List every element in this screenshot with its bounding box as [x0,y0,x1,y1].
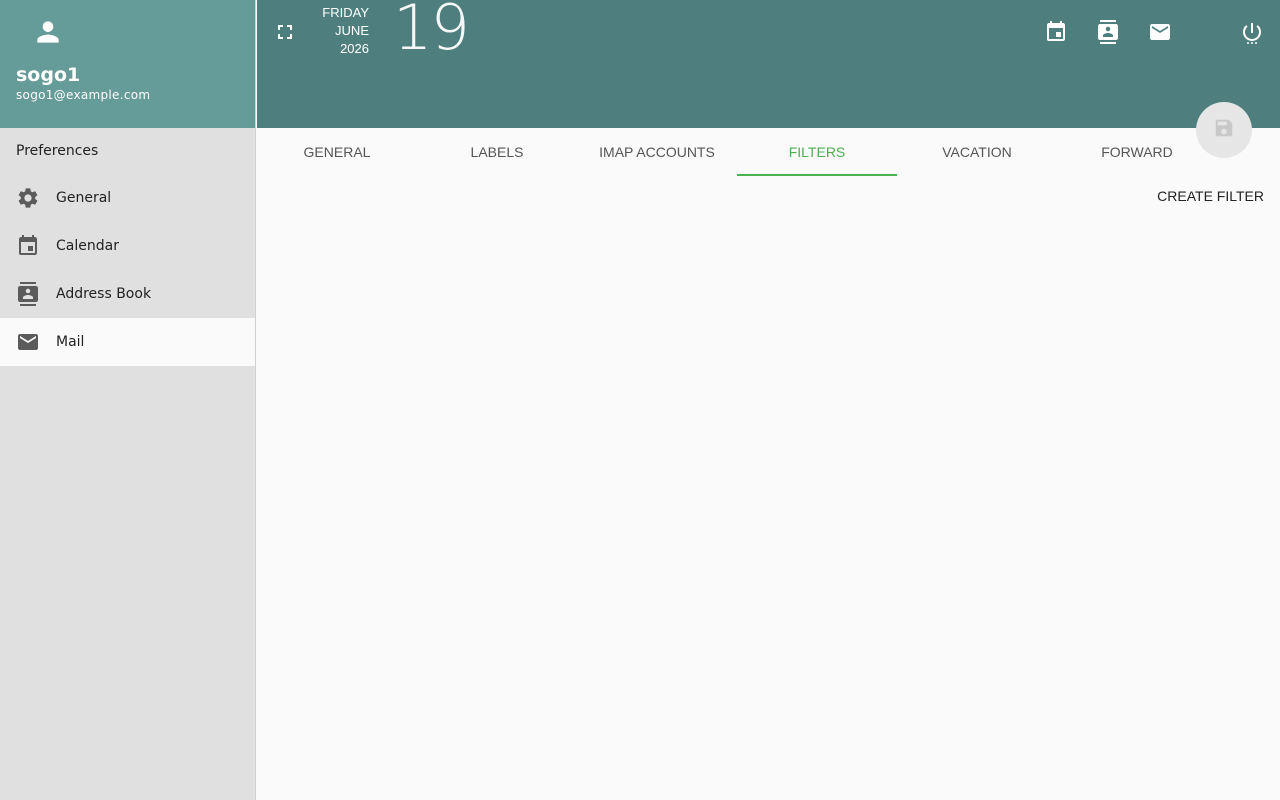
tab-forward[interactable]: Forward [1057,128,1217,176]
sidebar-item-label: Address Book [56,286,152,302]
tab-labels[interactable]: Labels [417,128,577,176]
date-day: 19 [393,0,470,64]
fullscreen-icon[interactable] [273,20,297,44]
calendar-icon[interactable] [1044,20,1068,44]
calendar-icon [16,234,40,258]
date-words: FRIDAY JUNE 2026 [317,4,369,58]
sidebar: sogo1 sogo1@example.com Preferences Gene… [0,0,256,800]
preferences-tabs: General Labels IMAP Accounts Filters Vac… [257,128,1280,176]
tab-vacation[interactable]: Vacation [897,128,1057,176]
mail-icon[interactable] [1148,20,1172,44]
user-card: sogo1 sogo1@example.com [0,0,255,128]
date-year: 2026 [340,41,369,56]
save-icon [1213,117,1235,143]
sidebar-item-address-book[interactable]: Address Book [0,270,255,318]
sidebar-item-mail[interactable]: Mail [0,318,255,366]
mail-icon [16,330,40,354]
tab-general[interactable]: General [257,128,417,176]
date-month: JUNE [335,23,369,38]
sidebar-item-label: Calendar [56,238,119,254]
save-button[interactable] [1196,102,1252,158]
preferences-header: Preferences [16,143,99,159]
date-weekday: FRIDAY [322,5,369,20]
create-filter-button[interactable]: CREATE FILTER [1157,188,1264,204]
gear-icon [16,186,40,210]
user-name: sogo1 [16,64,81,86]
top-bar: FRIDAY JUNE 2026 19 [257,0,1280,128]
sidebar-item-label: General [56,190,112,206]
person-icon [32,16,64,48]
sidebar-item-label: Mail [56,334,85,350]
sidebar-item-calendar[interactable]: Calendar [0,222,255,270]
user-email: sogo1@example.com [16,88,151,102]
tab-filters[interactable]: Filters [737,128,897,176]
power-icon[interactable] [1240,20,1264,44]
contacts-icon[interactable] [1096,20,1120,44]
tab-imap-accounts[interactable]: IMAP Accounts [577,128,737,176]
sidebar-item-general[interactable]: General [0,174,255,222]
contacts-icon [16,282,40,306]
